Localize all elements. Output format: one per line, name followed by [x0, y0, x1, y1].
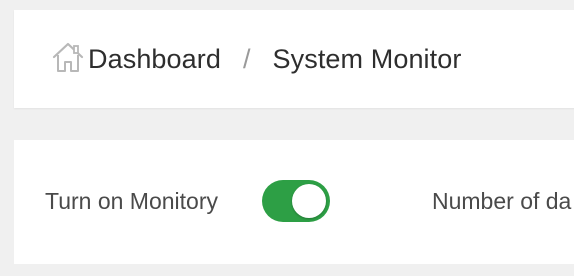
breadcrumb-item-system-monitor: System Monitor	[272, 43, 462, 74]
days-label: Number of da	[432, 188, 572, 214]
monitor-toggle[interactable]	[262, 180, 330, 222]
monitor-settings-panel: Turn on Monitory Number of da	[14, 140, 574, 264]
monitor-toggle-label: Turn on Monitory	[45, 188, 218, 214]
breadcrumb-item-dashboard[interactable]: Dashboard	[88, 44, 221, 75]
home-icon[interactable]	[50, 39, 86, 75]
breadcrumb-separator: /	[243, 43, 251, 74]
toggle-knob	[292, 184, 326, 218]
breadcrumb: Dashboard / System Monitor	[14, 10, 574, 108]
